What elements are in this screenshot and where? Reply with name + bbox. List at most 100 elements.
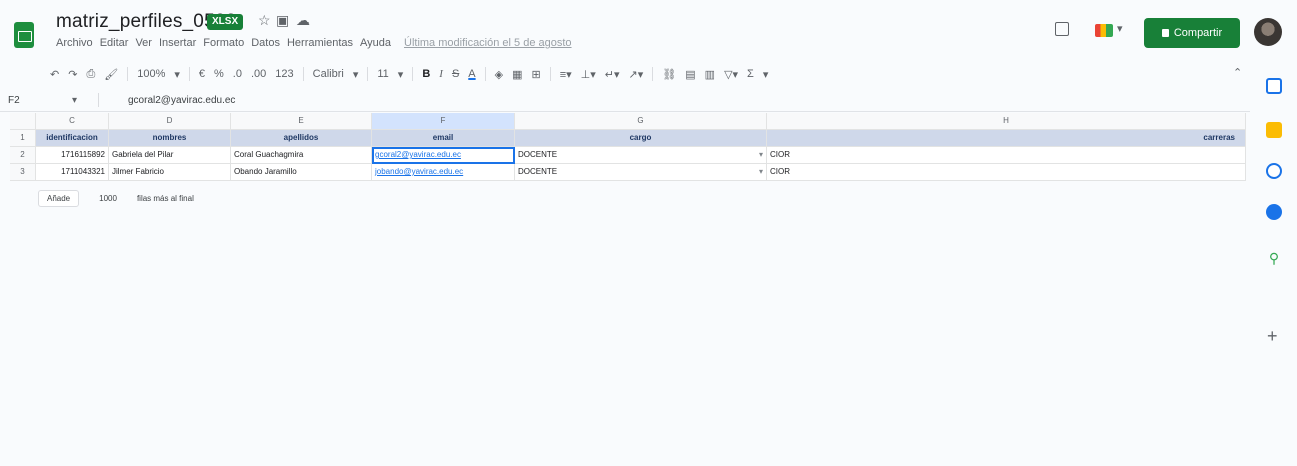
header-cell-carreras[interactable]: carreras [767, 130, 1246, 147]
meet-icon[interactable] [1095, 24, 1113, 37]
print-icon[interactable]: ⎙ [86, 68, 95, 81]
table-cell[interactable]: Obando Jaramillo [231, 164, 372, 181]
side-panel: ⚲ + [1262, 70, 1292, 460]
menu-insertar[interactable]: Insertar [159, 37, 196, 49]
table-cell[interactable]: 1716115892 [36, 147, 109, 164]
table-cell[interactable]: Jilmer Fabricio [109, 164, 231, 181]
header-cell-apellidos[interactable]: apellidos [231, 130, 372, 147]
add-rows-count-input[interactable]: 1000 [91, 191, 125, 206]
formula-input[interactable]: gcoral2@yavirac.edu.ec [128, 95, 235, 106]
menu-bar: Archivo Editar Ver Insertar Formato Dato… [56, 37, 572, 49]
name-box[interactable]: F2 [8, 95, 20, 106]
decrease-decimals-button[interactable]: .0 [233, 68, 242, 80]
increase-decimals-button[interactable]: .00 [251, 68, 266, 80]
text-color-button[interactable]: A [468, 68, 475, 80]
italic-button[interactable]: I [439, 68, 443, 80]
chevron-down-icon[interactable]: ▾ [72, 95, 77, 106]
menu-datos[interactable]: Datos [251, 37, 280, 49]
redo-icon[interactable]: ↷ [68, 68, 77, 81]
column-header-e[interactable]: E [231, 113, 372, 130]
chevron-down-icon[interactable]: ▾ [763, 68, 769, 81]
add-rows-button[interactable]: Añade [38, 190, 80, 207]
column-header-d[interactable]: D [109, 113, 231, 130]
insert-chart-icon[interactable]: ▥ [705, 68, 715, 81]
borders-icon[interactable]: ▦ [512, 68, 522, 81]
share-button[interactable]: Compartir [1144, 18, 1240, 48]
keep-icon[interactable] [1266, 122, 1282, 138]
font-size-select[interactable]: 11 [377, 68, 388, 80]
merge-cells-icon[interactable]: ⊞ [532, 68, 541, 81]
divider [549, 67, 551, 81]
comment-history-icon[interactable] [1055, 22, 1069, 36]
chevron-down-icon[interactable]: ▾ [398, 68, 404, 81]
filter-icon[interactable]: ▽▾ [724, 68, 738, 81]
star-icon[interactable]: ☆ [258, 12, 271, 29]
table-cell[interactable]: 1711043321 [36, 164, 109, 181]
more-formats-button[interactable]: 123 [275, 68, 293, 80]
collapse-menus-icon[interactable]: ⌃ [1233, 66, 1242, 79]
header-cell-cargo[interactable]: cargo [515, 130, 767, 147]
text-rotate-icon[interactable]: ↗▾ [629, 68, 644, 81]
zoom-select[interactable]: 100% [137, 68, 165, 80]
column-header-h[interactable]: H [767, 113, 1246, 130]
calendar-icon[interactable] [1266, 78, 1282, 94]
cloud-status-icon[interactable]: ☁ [296, 12, 310, 29]
column-header-c[interactable]: C [36, 113, 109, 130]
bold-button[interactable]: B [422, 68, 430, 80]
table-cell-dropdown[interactable]: DOCENTE ▾ [515, 164, 767, 181]
table-cell[interactable]: CIOR [767, 147, 1246, 164]
header-cell-email[interactable]: email [372, 130, 515, 147]
header-cell-identificacion[interactable]: identificacion [36, 130, 109, 147]
fill-color-icon[interactable]: ◈ [495, 68, 503, 81]
select-all-corner[interactable] [10, 113, 36, 130]
menu-herramientas[interactable]: Herramientas [287, 37, 353, 49]
table-cell-dropdown[interactable]: DOCENTE ▾ [515, 147, 767, 164]
menu-ayuda[interactable]: Ayuda [360, 37, 391, 49]
contacts-icon[interactable] [1266, 204, 1282, 220]
sheets-logo-icon[interactable] [14, 22, 34, 48]
horizontal-align-icon[interactable]: ≡▾ [560, 68, 572, 81]
strikethrough-button[interactable]: S [452, 68, 459, 80]
plus-icon[interactable]: + [1267, 326, 1278, 347]
text-wrap-icon[interactable]: ↵▾ [605, 68, 620, 81]
dropdown-arrow-icon[interactable]: ▾ [759, 147, 763, 163]
functions-button[interactable]: Σ [747, 68, 754, 80]
table-cell-active[interactable]: gcoral2@yavirac.edu.ec [372, 147, 515, 164]
dropdown-arrow-icon[interactable]: ▾ [759, 164, 763, 180]
currency-format-button[interactable]: € [199, 68, 205, 80]
vertical-align-icon[interactable]: ⊥▾ [581, 68, 596, 81]
paint-format-icon[interactable]: 🖌 [104, 68, 118, 81]
last-edit-link[interactable]: Última modificación el 5 de agosto [404, 37, 572, 49]
menu-formato[interactable]: Formato [203, 37, 244, 49]
divider [484, 67, 486, 81]
row-header[interactable]: 3 [10, 164, 36, 181]
undo-icon[interactable]: ↶ [50, 68, 59, 81]
menu-ver[interactable]: Ver [135, 37, 152, 49]
maps-icon[interactable]: ⚲ [1266, 250, 1282, 266]
row-header[interactable]: 2 [10, 147, 36, 164]
header-cell-nombres[interactable]: nombres [109, 130, 231, 147]
chevron-down-icon[interactable]: ▾ [353, 68, 359, 81]
chevron-down-icon[interactable]: ▾ [174, 68, 180, 81]
tasks-icon[interactable] [1266, 163, 1282, 179]
row-header[interactable]: 1 [10, 130, 36, 147]
menu-archivo[interactable]: Archivo [56, 37, 93, 49]
table-row: 3 1711043321 Jilmer Fabricio Obando Jara… [10, 164, 1246, 181]
table-cell[interactable]: Gabriela del Pilar [109, 147, 231, 164]
table-cell[interactable]: Coral Guachagmira [231, 147, 372, 164]
insert-link-icon[interactable]: ⛓ [662, 68, 676, 81]
table-header-row: 1 identificacion nombres apellidos email… [10, 130, 1246, 147]
menu-editar[interactable]: Editar [100, 37, 129, 49]
insert-comment-icon[interactable]: ▤ [685, 68, 695, 81]
divider [652, 67, 654, 81]
percent-format-button[interactable]: % [214, 68, 224, 80]
move-folder-icon[interactable]: ▣ [276, 12, 289, 29]
table-cell[interactable]: CIOR [767, 164, 1246, 181]
column-header-g[interactable]: G [515, 113, 767, 130]
chevron-down-icon[interactable]: ▾ [1117, 22, 1123, 35]
table-cell[interactable]: jobando@yavirac.edu.ec [372, 164, 515, 181]
avatar[interactable] [1254, 18, 1282, 46]
font-select[interactable]: Calibri [313, 68, 344, 80]
file-type-badge: XLSX [207, 14, 244, 30]
column-header-f[interactable]: F [372, 113, 515, 130]
